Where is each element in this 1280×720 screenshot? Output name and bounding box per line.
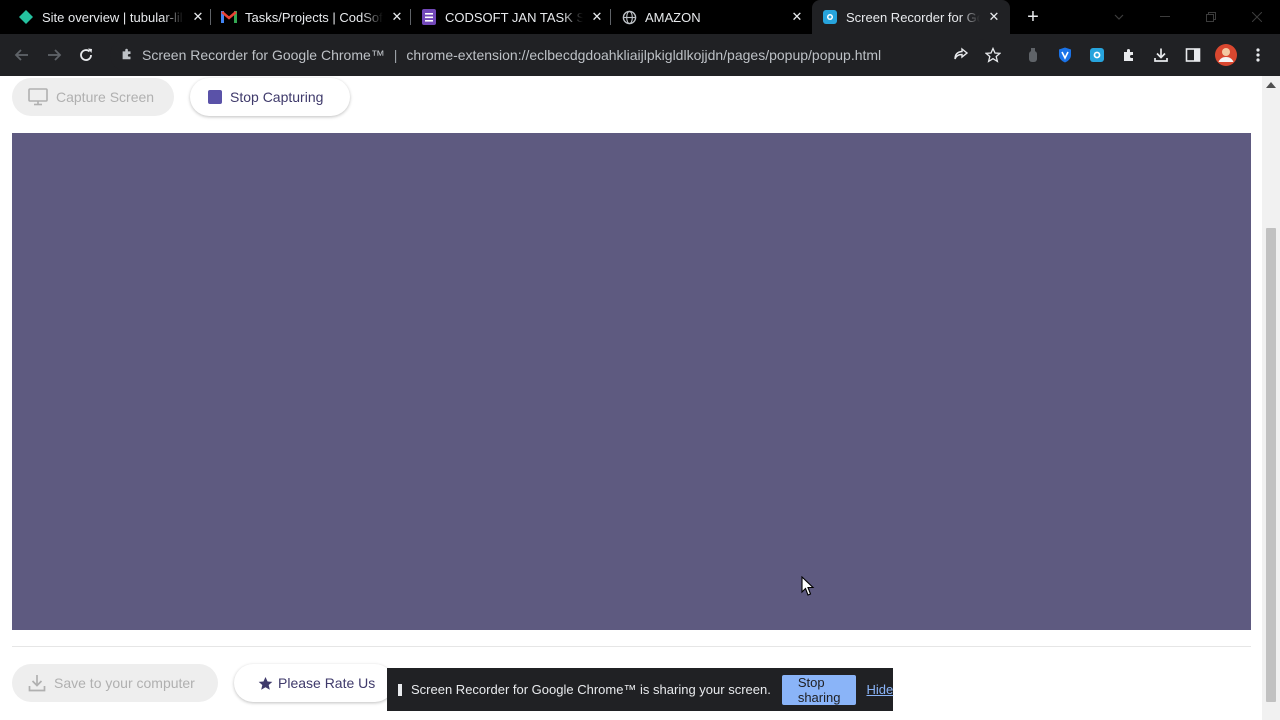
screen-recorder-icon — [822, 9, 838, 25]
reload-icon[interactable] — [74, 43, 98, 67]
save-to-computer-label: Save to your computer — [54, 675, 195, 691]
tab-separator — [410, 9, 411, 25]
tab-separator — [610, 9, 611, 25]
monitor-icon — [28, 88, 48, 106]
tab-separator — [210, 9, 211, 25]
stop-sharing-button[interactable]: Stop sharing — [781, 674, 857, 705]
download-icon — [28, 674, 46, 692]
tab-title: Site overview | tubular-lil — [42, 9, 183, 25]
extension-puzzle-icon — [120, 47, 134, 64]
scrollbar-thumb[interactable] — [1266, 228, 1276, 702]
stop-capturing-button[interactable]: Stop Capturing — [190, 78, 350, 116]
forward-arrow-icon[interactable] — [42, 43, 66, 67]
tab-search-icon[interactable] — [1096, 0, 1142, 34]
close-tab-icon[interactable]: ✕ — [190, 9, 206, 25]
bookmark-star-icon[interactable] — [983, 45, 1003, 65]
screen-sharing-bar: Screen Recorder for Google Chrome™ is sh… — [387, 668, 893, 711]
download-icon[interactable] — [1151, 45, 1171, 65]
tab-title: AMAZON — [645, 9, 701, 25]
tab-amazon[interactable]: AMAZON ✕ — [621, 0, 805, 34]
tab-codsoft-tasks[interactable]: Tasks/Projects | CodSoft I ✕ — [221, 0, 405, 34]
close-tab-icon[interactable]: ✕ — [389, 9, 405, 25]
stop-capturing-label: Stop Capturing — [230, 89, 324, 105]
omnibox-url: chrome-extension://eclbecdgdoahkliaijlpk… — [406, 47, 882, 63]
globe-icon — [621, 9, 637, 25]
screen-preview — [12, 133, 1251, 630]
capture-screen-label: Capture Screen — [56, 89, 155, 105]
close-tab-icon[interactable]: ✕ — [789, 9, 805, 25]
back-arrow-icon[interactable] — [10, 43, 34, 67]
tab-screen-recorder[interactable]: Screen Recorder for Goo ✕ — [812, 0, 1010, 34]
hide-link[interactable]: Hide — [866, 682, 893, 697]
please-rate-us-button[interactable]: Please Rate Us — [234, 664, 394, 702]
netlify-diamond-icon — [18, 9, 34, 25]
tab-title: Tasks/Projects | CodSoft I — [245, 9, 383, 25]
shield-extension-icon[interactable] — [1055, 45, 1075, 65]
sharing-message: Screen Recorder for Google Chrome™ is sh… — [411, 682, 771, 697]
star-icon — [258, 676, 273, 691]
drag-handle-icon[interactable] — [398, 683, 402, 696]
screen-recorder-extension-icon[interactable] — [1087, 45, 1107, 65]
share-icon[interactable] — [951, 45, 971, 65]
tab-title: Screen Recorder for Goo — [846, 9, 980, 25]
menu-kebab-icon[interactable] — [1248, 45, 1268, 65]
tab-codsoft-form[interactable]: CODSOFT JAN TASK SUB ✕ — [421, 0, 605, 34]
extensions-puzzle-icon[interactable] — [1119, 45, 1139, 65]
mouse-cursor-icon — [801, 575, 815, 602]
page-scrollbar[interactable] — [1262, 76, 1280, 720]
extension-popup-page: Capture Screen Stop Capturing Save to yo… — [0, 76, 1280, 720]
close-tab-icon[interactable]: ✕ — [986, 9, 1002, 25]
capture-screen-button[interactable]: Capture Screen — [12, 78, 174, 116]
restore-icon[interactable] — [1188, 0, 1234, 34]
profile-avatar[interactable] — [1214, 43, 1238, 67]
gmail-icon — [221, 9, 237, 25]
save-to-computer-button[interactable]: Save to your computer — [12, 664, 218, 702]
please-rate-us-label: Please Rate Us — [278, 675, 376, 691]
browser-toolbar: Screen Recorder for Google Chrome™ | chr… — [0, 34, 1280, 76]
new-tab-button[interactable]: + — [1022, 6, 1044, 28]
window-close-icon[interactable] — [1234, 0, 1280, 34]
minimize-icon[interactable] — [1142, 0, 1188, 34]
address-bar[interactable]: Screen Recorder for Google Chrome™ | chr… — [110, 39, 995, 71]
tab-strip: Site overview | tubular-lil ✕ Tasks/Proj… — [0, 0, 1280, 34]
divider — [12, 646, 1251, 647]
extension-grey-icon[interactable] — [1023, 45, 1043, 65]
side-panel-icon[interactable] — [1183, 45, 1203, 65]
close-tab-icon[interactable]: ✕ — [589, 9, 605, 25]
scroll-up-arrow-icon[interactable] — [1266, 82, 1276, 88]
google-forms-icon — [421, 9, 437, 25]
omnibox-origin: Screen Recorder for Google Chrome™ — [142, 47, 385, 63]
omnibox-separator: | — [393, 47, 398, 63]
stop-square-icon — [208, 90, 222, 104]
tab-site-overview[interactable]: Site overview | tubular-lil ✕ — [18, 0, 206, 34]
tab-title: CODSOFT JAN TASK SUB — [445, 9, 583, 25]
